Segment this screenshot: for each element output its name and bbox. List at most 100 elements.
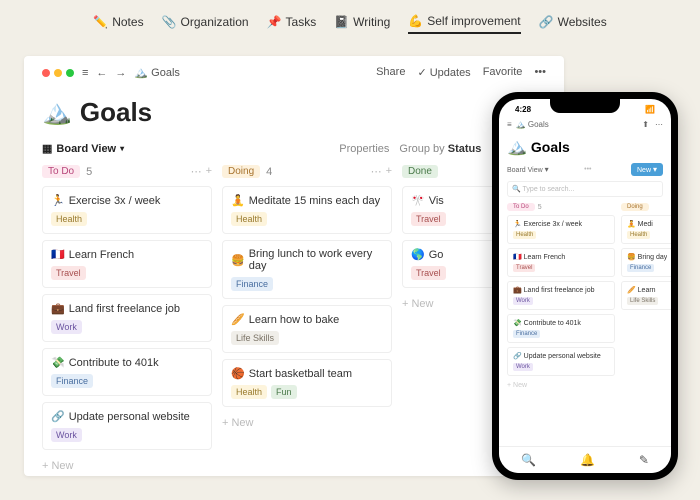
forward-button[interactable]: → [115, 67, 126, 79]
tab-websites[interactable]: 🔗Websites [539, 14, 607, 34]
card-title: 🍔Bring lunch to work every day [231, 248, 383, 272]
tab-label: Writing [353, 15, 390, 29]
card[interactable]: 🏃Exercise 3x / weekHealth [42, 186, 212, 234]
phone-card[interactable]: 💸 Contribute to 401kFinance [507, 314, 615, 343]
card-title: 💸Contribute to 401k [51, 356, 203, 369]
favorite-button[interactable]: Favorite [483, 66, 523, 79]
phone-view-more[interactable]: ••• [584, 166, 591, 173]
column-more-icon[interactable]: ⋯ [371, 165, 382, 178]
tag-badge: Finance [231, 277, 273, 291]
phone-share-icon[interactable]: ⬆ [642, 120, 649, 129]
phone-card[interactable]: 🍔 Bring dayFinance [621, 248, 671, 277]
tab-label: Organization [181, 15, 249, 29]
phone-card[interactable]: 🔗 Update personal website Work [507, 347, 615, 376]
phone-nav: 🔍 🔔 ✎ [499, 446, 671, 473]
phone-emoji: 🏔️ [507, 137, 527, 157]
card-icon: 🇫🇷 [51, 248, 65, 261]
tag-badge: Travel [51, 266, 86, 280]
nav-notif-icon[interactable]: 🔔 [580, 453, 595, 467]
back-button[interactable]: ← [96, 67, 107, 79]
phone-card-title: 🏃 Exercise 3x / week [513, 220, 609, 228]
phone-tag-badge: Finance [513, 330, 540, 338]
tab-icon: 📌 [267, 15, 282, 29]
properties-button[interactable]: Properties [339, 143, 389, 155]
card[interactable]: 🔗Update personal websiteWork [42, 402, 212, 450]
tab-writing[interactable]: 📓Writing [334, 14, 390, 34]
phone-tag-badge: Health [513, 231, 536, 239]
tab-icon: ✏️ [93, 15, 108, 29]
card[interactable]: 🍔Bring lunch to work every day Finance [222, 240, 392, 299]
phone-view-row: Board View ▾ ••• New ▾ [507, 163, 663, 176]
phone-card-title: 🇫🇷 Learn French [513, 253, 609, 261]
max-dot[interactable] [66, 69, 74, 77]
card[interactable]: 💼Land first freelance jobWork [42, 294, 212, 342]
phone-notch [550, 99, 620, 113]
column-more-icon[interactable]: ⋯ [191, 165, 202, 178]
phone-card[interactable]: 💼 Land first freelance jobWork [507, 281, 615, 310]
new-card-button[interactable]: + New [42, 456, 212, 476]
card[interactable]: 🏀Start basketball teamHealthFun [222, 359, 392, 407]
card[interactable]: 🧘Meditate 15 mins each dayHealth [222, 186, 392, 234]
page-emoji: 🏔️ [42, 98, 72, 127]
tab-label: Notes [112, 15, 143, 29]
nav-search-icon[interactable]: 🔍 [521, 453, 536, 467]
phone-tag-badge: Work [513, 363, 533, 371]
close-dot[interactable] [42, 69, 50, 77]
updates-button[interactable]: ✓ Updates [417, 66, 470, 79]
tab-notes[interactable]: ✏️ Notes [93, 14, 143, 34]
column-add-icon[interactable]: + [386, 165, 392, 178]
phone-card[interactable]: 🇫🇷 Learn FrenchTravel [507, 248, 615, 277]
card-title: 🥖Learn how to bake [231, 313, 383, 326]
tab-self-improvement[interactable]: 💪Self improvement [408, 14, 520, 34]
tag-badge: Fun [271, 385, 297, 399]
phone-tag-badge: Work [513, 297, 533, 305]
phone-column-header: Doing [621, 203, 671, 211]
phone-more-icon[interactable]: ⋯ [655, 120, 663, 129]
phone-card-title: 🔗 Update personal website [513, 352, 609, 360]
tag-badge: Work [51, 428, 82, 442]
desktop-window: ≡ ← → 🏔️ Goals Share ✓ Updates Favorite … [24, 56, 564, 476]
card[interactable]: 🇫🇷Learn French Travel [42, 240, 212, 288]
card-icon: 💸 [51, 356, 65, 369]
phone-view-selector[interactable]: Board View ▾ [507, 165, 549, 174]
column-label: Done [402, 165, 438, 178]
phone-card-title: 🍔 Bring day [627, 253, 667, 261]
traffic-lights[interactable] [42, 69, 74, 77]
new-card-button[interactable]: + New [222, 413, 392, 433]
phone-card[interactable]: 🧘 MediHealth [621, 215, 671, 244]
tag-badge: Life Skills [231, 331, 279, 345]
board: To Do5⋯+🏃Exercise 3x / weekHealth🇫🇷Learn… [42, 165, 546, 476]
breadcrumb[interactable]: 🏔️ Goals [134, 66, 180, 79]
more-button[interactable]: ••• [534, 66, 546, 79]
nav-compose-icon[interactable]: ✎ [639, 453, 649, 467]
phone-search-input[interactable]: 🔍 Type to search... [507, 181, 663, 197]
card[interactable]: 🥖Learn how to bake Life Skills [222, 305, 392, 353]
phone-screen: 4:28 📶 ≡ 🏔️ Goals ⬆ ⋯ 🏔️ Goals Board Vie… [499, 99, 671, 473]
column-add-icon[interactable]: + [206, 165, 212, 178]
groupby-button[interactable]: Group by Status [399, 143, 481, 155]
share-button[interactable]: Share [376, 66, 405, 79]
phone-card[interactable]: 🏃 Exercise 3x / week Health [507, 215, 615, 244]
phone-menu-icon[interactable]: ≡ [507, 120, 512, 129]
card-icon: 🔗 [51, 410, 65, 423]
phone-card[interactable]: 🥖 LearnLife Skills [621, 281, 671, 310]
card-icon: 🏃 [51, 194, 65, 207]
menu-icon[interactable]: ≡ [82, 67, 88, 79]
phone-new-card[interactable]: + New [507, 380, 615, 391]
tab-organization[interactable]: 📎Organization [162, 14, 249, 34]
phone-mockup: 4:28 📶 ≡ 🏔️ Goals ⬆ ⋯ 🏔️ Goals Board Vie… [492, 92, 678, 480]
column-todo: To Do5⋯+🏃Exercise 3x / weekHealth🇫🇷Learn… [42, 165, 212, 476]
column-label: Doing [222, 165, 260, 178]
tag-badge: Health [51, 212, 87, 226]
tab-tasks[interactable]: 📌Tasks [267, 14, 317, 34]
phone-new-button[interactable]: New ▾ [631, 163, 663, 176]
card-title: 🏀Start basketball team [231, 367, 383, 380]
phone-breadcrumb[interactable]: 🏔️ Goals [516, 120, 549, 129]
phone-signal-icon: 📶 [645, 105, 655, 114]
card[interactable]: 💸Contribute to 401kFinance [42, 348, 212, 396]
phone-tag-badge: Health [627, 231, 650, 239]
view-selector[interactable]: ▦ Board View ▾ [42, 142, 124, 155]
min-dot[interactable] [54, 69, 62, 77]
card-title: 🇫🇷Learn French [51, 248, 203, 261]
tab-icon: 💪 [408, 14, 423, 28]
